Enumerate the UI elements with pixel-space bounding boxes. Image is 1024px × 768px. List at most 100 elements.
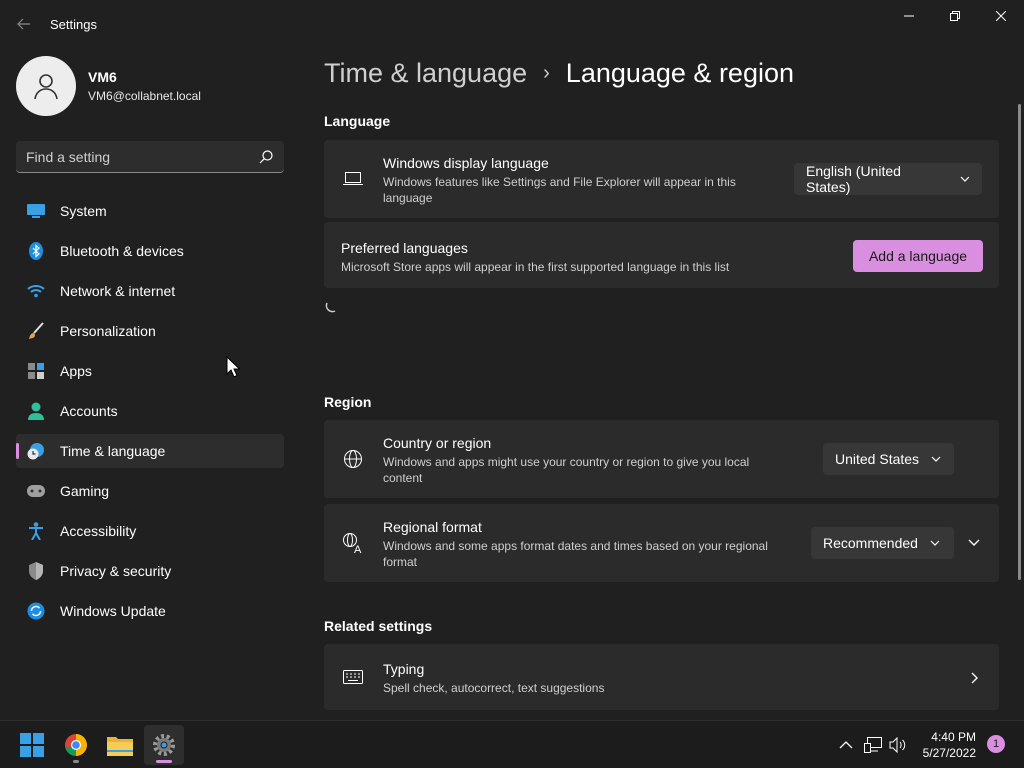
brush-icon	[26, 321, 46, 341]
keyboard-icon	[342, 666, 364, 688]
gamepad-icon	[26, 481, 46, 501]
add-language-button[interactable]: Add a language	[853, 240, 983, 272]
taskbar-chrome[interactable]	[56, 725, 96, 765]
sidebar-item-accounts[interactable]: Accounts	[16, 394, 284, 428]
restore-button[interactable]	[932, 4, 978, 28]
expand-chevron-icon[interactable]	[968, 538, 980, 548]
taskbar: 4:40 PM 5/27/2022	[0, 720, 1024, 768]
typing-card[interactable]: Typing Spell check, autocorrect, text su…	[324, 644, 999, 710]
avatar	[16, 56, 76, 116]
network-icon	[864, 737, 882, 753]
start-icon	[20, 733, 44, 757]
regional-format-dropdown[interactable]: Recommended	[811, 527, 954, 559]
scrollbar[interactable]	[1018, 104, 1021, 580]
globe-icon	[342, 448, 364, 470]
regional-format-card[interactable]: A Regional format Windows and some apps …	[324, 504, 999, 582]
mouse-cursor-icon	[226, 356, 240, 378]
clock-date: 5/27/2022	[922, 746, 976, 760]
sidebar-item-gaming[interactable]: Gaming	[16, 474, 284, 508]
sidebar-item-label: Accessibility	[60, 523, 137, 539]
network-tray-button[interactable]	[863, 735, 883, 755]
file-explorer-icon	[107, 737, 133, 756]
typing-desc: Spell check, autocorrect, text suggestio…	[383, 681, 605, 695]
minimize-button[interactable]	[886, 4, 932, 28]
display-language-card: Windows display language Windows feature…	[324, 140, 999, 218]
country-region-title: Country or region	[383, 435, 492, 451]
preferred-languages-card: Preferred languages Microsoft Store apps…	[324, 222, 999, 288]
chevron-right-icon	[971, 672, 978, 684]
volume-tray-button[interactable]	[888, 735, 908, 755]
taskbar-file-explorer[interactable]	[100, 725, 140, 765]
show-hidden-icons-button[interactable]	[836, 735, 856, 755]
chevron-down-icon	[960, 176, 970, 182]
breadcrumb: Time & language › Language & region	[324, 58, 794, 89]
sidebar-item-label: Network & internet	[60, 283, 176, 299]
sidebar-item-label: Gaming	[60, 483, 110, 499]
clock-time: 4:40 PM	[931, 730, 976, 744]
regional-format-value: Recommended	[823, 535, 918, 551]
minimize-icon	[904, 15, 914, 17]
profile-email: VM6@collabnet.local	[88, 89, 201, 103]
regional-format-title: Regional format	[383, 519, 482, 535]
clock[interactable]: 4:40 PM 5/27/2022	[916, 729, 976, 761]
notification-badge[interactable]: 1	[987, 735, 1005, 753]
settings-icon	[153, 734, 175, 756]
sidebar-item-label: Personalization	[60, 323, 156, 339]
back-button[interactable]	[10, 12, 38, 36]
preferred-languages-desc: Microsoft Store apps will appear in the …	[341, 260, 730, 274]
svg-text:A: A	[354, 544, 362, 554]
sidebar-item-label: Bluetooth & devices	[60, 243, 184, 259]
sidebar-item-system[interactable]: System	[16, 194, 284, 228]
sidebar-item-apps[interactable]: Apps	[16, 354, 284, 388]
back-arrow-icon	[17, 18, 30, 30]
sidebar-item-label: System	[60, 203, 107, 219]
sidebar-item-label: Windows Update	[60, 603, 166, 619]
shield-icon	[26, 561, 46, 581]
bluetooth-icon	[26, 241, 46, 261]
chevron-down-icon	[931, 456, 941, 462]
display-language-value: English (United States)	[806, 163, 901, 195]
country-region-dropdown[interactable]: United States	[823, 443, 954, 475]
display-language-dropdown[interactable]: English (United States)	[794, 163, 982, 195]
close-button[interactable]	[978, 4, 1024, 28]
sidebar-item-accessibility[interactable]: Accessibility	[16, 514, 284, 548]
section-heading-region: Region	[324, 394, 372, 410]
user-profile[interactable]: VM6 VM6@collabnet.local	[16, 56, 201, 116]
sidebar-item-network[interactable]: Network & internet	[16, 274, 284, 308]
loading-spinner-icon	[325, 302, 336, 313]
language-format-icon: A	[342, 532, 364, 554]
page-title: Language & region	[565, 58, 794, 88]
sidebar-item-windows-update[interactable]: Windows Update	[16, 594, 284, 628]
volume-icon	[889, 737, 906, 753]
regional-format-desc: Windows and some apps format dates and t…	[383, 539, 768, 569]
apps-icon	[26, 361, 46, 381]
chevron-down-icon	[930, 540, 940, 546]
search-box[interactable]	[16, 141, 284, 173]
search-input[interactable]	[26, 148, 258, 165]
search-icon[interactable]	[258, 149, 274, 165]
sidebar-nav: System Bluetooth & devices Network & int…	[16, 194, 284, 634]
sidebar-item-personalization[interactable]: Personalization	[16, 314, 284, 348]
breadcrumb-separator-icon: ›	[543, 62, 550, 84]
sidebar-item-label: Time & language	[60, 443, 166, 459]
country-region-card: Country or region Windows and apps might…	[324, 420, 999, 498]
taskbar-settings[interactable]	[144, 725, 184, 765]
system-icon	[26, 201, 46, 221]
chrome-icon	[65, 734, 87, 756]
sidebar-item-bluetooth[interactable]: Bluetooth & devices	[16, 234, 284, 268]
start-button[interactable]	[12, 725, 52, 765]
section-heading-related: Related settings	[324, 618, 433, 634]
sidebar-item-label: Accounts	[60, 403, 118, 419]
person-icon	[34, 74, 58, 100]
breadcrumb-parent[interactable]: Time & language	[324, 58, 527, 89]
sidebar-item-time-language[interactable]: Time & language	[16, 434, 284, 468]
active-indicator	[156, 760, 172, 763]
profile-name: VM6	[88, 69, 117, 85]
country-region-desc: Windows and apps might use your country …	[383, 455, 750, 485]
sidebar-item-label: Privacy & security	[60, 563, 172, 579]
display-language-title: Windows display language	[383, 155, 549, 171]
sidebar-item-privacy[interactable]: Privacy & security	[16, 554, 284, 588]
accessibility-icon	[26, 521, 46, 541]
chevron-up-icon	[839, 741, 853, 749]
close-icon	[996, 11, 1006, 21]
